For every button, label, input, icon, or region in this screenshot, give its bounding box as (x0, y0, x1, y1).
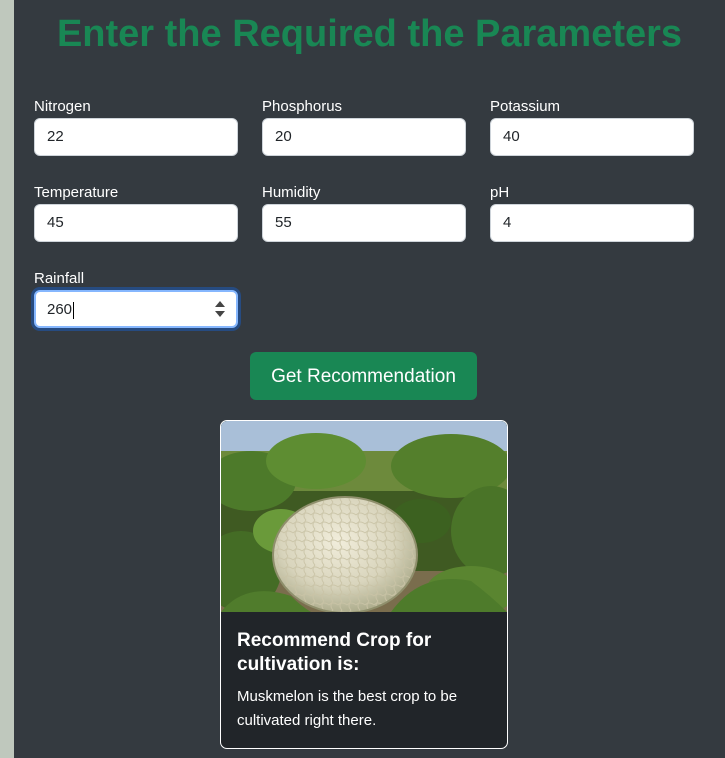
phosphorus-label: Phosphorus (262, 98, 343, 115)
ph-input[interactable]: 4 (490, 204, 694, 242)
ph-label: pH (490, 184, 510, 201)
spinner-down-icon[interactable] (215, 311, 225, 317)
rainfall-label: Rainfall (34, 270, 85, 287)
phosphorus-value: 20 (275, 128, 292, 145)
humidity-label: Humidity (262, 184, 321, 201)
temperature-label: Temperature (34, 184, 119, 201)
potassium-label: Potassium (490, 98, 561, 115)
potassium-input[interactable]: 40 (490, 118, 694, 156)
nitrogen-input[interactable]: 22 (34, 118, 238, 156)
result-text: Muskmelon is the best crop to be cultiva… (237, 688, 458, 729)
form-panel: Enter the Required the Parameters Nitrog… (14, 0, 725, 758)
number-spinner[interactable] (214, 299, 226, 319)
nitrogen-label: Nitrogen (34, 98, 91, 115)
humidity-input[interactable]: 55 (262, 204, 466, 242)
text-caret (73, 301, 75, 319)
humidity-value: 55 (275, 214, 292, 231)
temperature-input[interactable]: 45 (34, 204, 238, 242)
page-title: Enter the Required the Parameters (56, 13, 683, 55)
rainfall-input[interactable]: 260 (34, 290, 238, 328)
phosphorus-input[interactable]: 20 (262, 118, 466, 156)
rainfall-value: 260 (47, 301, 73, 318)
spinner-up-icon[interactable] (215, 301, 225, 307)
nitrogen-value: 22 (47, 128, 64, 145)
temperature-value: 45 (47, 214, 64, 231)
muskmelon-image (221, 421, 507, 612)
get-recommendation-button[interactable]: Get Recommendation (250, 352, 477, 400)
result-card: Recommend Crop for cultivation is: Muskm… (220, 420, 508, 749)
result-heading: Recommend Crop for cultivation is: (237, 630, 432, 675)
ph-value: 4 (503, 214, 512, 231)
potassium-value: 40 (503, 128, 520, 145)
